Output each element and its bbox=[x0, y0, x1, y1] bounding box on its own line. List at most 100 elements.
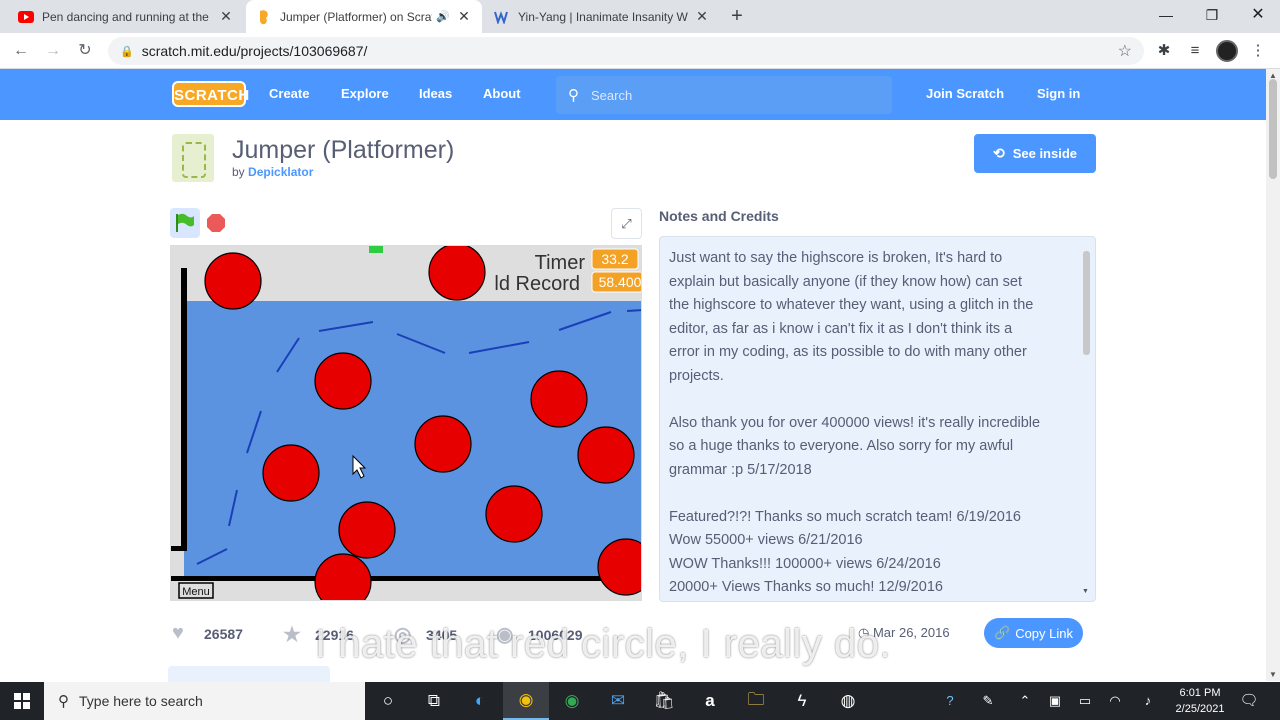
scroll-down-icon[interactable]: ▼ bbox=[1266, 670, 1280, 679]
stop-button[interactable] bbox=[206, 213, 226, 233]
amazon-icon[interactable]: a bbox=[687, 682, 733, 720]
sign-in-link[interactable]: Sign in bbox=[1037, 86, 1080, 101]
chrome-alt-icon[interactable]: ◉ bbox=[549, 682, 595, 720]
close-tab-icon[interactable]: ✕ bbox=[456, 8, 472, 25]
address-bar[interactable]: 🔒 scratch.mit.edu/projects/103069687/ ☆ bbox=[108, 37, 1144, 65]
see-inside-button[interactable]: ⟲ See inside bbox=[974, 134, 1096, 173]
forward-arrow-icon[interactable]: → bbox=[41, 39, 65, 63]
bookmark-star-icon[interactable]: ☆ bbox=[1118, 41, 1132, 61]
search-input[interactable]: ⚲ Search bbox=[556, 76, 892, 114]
notes-line: WOW Thanks!!! 100000+ views 6/24/2016 bbox=[669, 555, 941, 572]
project-thumbnail[interactable] bbox=[172, 134, 214, 182]
taskbar-search-placeholder: Type here to search bbox=[79, 693, 203, 709]
tab-youtube[interactable]: Pen dancing and running at the sam ✕ bbox=[8, 0, 244, 33]
start-button[interactable] bbox=[0, 682, 44, 720]
notes-panel[interactable]: Just want to say the highscore is broken… bbox=[659, 236, 1096, 602]
scratch-logo[interactable]: SCRATCH bbox=[172, 81, 249, 107]
back-arrow-icon[interactable]: ← bbox=[9, 39, 33, 63]
hazard-circle bbox=[428, 246, 486, 301]
more-menu-icon[interactable]: ⋮ bbox=[1246, 40, 1270, 62]
green-flag-icon bbox=[176, 213, 194, 232]
minimize-icon[interactable]: — bbox=[1143, 0, 1189, 30]
close-tab-icon[interactable]: ✕ bbox=[218, 8, 234, 25]
nav-explore[interactable]: Explore bbox=[341, 86, 389, 101]
hazard-circle bbox=[414, 415, 472, 473]
obs-icon[interactable]: ◍ bbox=[825, 682, 871, 720]
mail-icon[interactable]: ✉ bbox=[595, 682, 641, 720]
author-link[interactable]: Depicklator bbox=[248, 165, 313, 179]
project-stage[interactable]: Timer ld Record 33.2 58.400 Menu bbox=[170, 245, 642, 601]
search-icon: ⚲ bbox=[58, 693, 69, 710]
media-queue-icon[interactable]: ≡ bbox=[1183, 40, 1207, 62]
join-scratch-link[interactable]: Join Scratch bbox=[926, 86, 1004, 101]
restore-icon[interactable]: ❐ bbox=[1189, 0, 1235, 30]
notes-scroll-down-icon[interactable]: ▼ bbox=[1082, 588, 1089, 595]
scrollbar-thumb[interactable] bbox=[1269, 79, 1277, 179]
edge-icon[interactable]: ◐ bbox=[457, 682, 503, 720]
close-window-icon[interactable]: ✕ bbox=[1235, 0, 1280, 30]
search-icon: ⚲ bbox=[568, 87, 579, 104]
device-icon[interactable]: ▣ bbox=[1045, 691, 1065, 711]
goal-marker bbox=[369, 246, 383, 253]
show-hidden-icons-chevron-icon[interactable]: ⌃ bbox=[1015, 691, 1035, 711]
fullscreen-arrows-icon: ⤢ bbox=[621, 216, 632, 231]
extensions-puzzle-icon[interactable]: ✱ bbox=[1152, 40, 1176, 62]
hazard-circle bbox=[485, 485, 543, 543]
help-icon[interactable]: ? bbox=[940, 691, 960, 711]
stop-octagon-icon bbox=[207, 214, 225, 232]
notes-line: the highscore to whatever they want, usi… bbox=[669, 297, 1034, 313]
copy-link-button[interactable]: 🔗 Copy Link bbox=[984, 618, 1083, 648]
notes-scrollbar-thumb[interactable] bbox=[1083, 251, 1090, 355]
star-icon: ★ bbox=[283, 624, 301, 646]
cortana-icon[interactable]: ○ bbox=[365, 682, 411, 720]
notes-line: Featured?!?! Thanks so much scratch team… bbox=[669, 508, 1021, 525]
new-tab-button[interactable]: + bbox=[726, 4, 748, 28]
nav-ideas[interactable]: Ideas bbox=[419, 86, 452, 101]
system-clock[interactable]: 6:01 PM 2/25/2021 bbox=[1170, 685, 1230, 717]
green-flag-button[interactable] bbox=[170, 208, 200, 238]
wiki-icon bbox=[494, 9, 510, 25]
hazard-circle bbox=[262, 444, 320, 502]
stage-canvas[interactable]: Timer ld Record 33.2 58.400 Menu bbox=[171, 246, 642, 601]
volume-icon[interactable]: ♪ bbox=[1138, 691, 1158, 711]
speaker-icon[interactable]: 🔊 bbox=[436, 10, 450, 23]
notes-heading: Notes and Credits bbox=[659, 208, 779, 224]
heart-icon: ♥ bbox=[172, 622, 184, 644]
nav-create[interactable]: Create bbox=[269, 86, 309, 101]
reload-icon[interactable]: ↻ bbox=[73, 39, 97, 63]
record-label: ld Record bbox=[494, 273, 580, 295]
love-count[interactable]: ♥ 26587 bbox=[172, 622, 243, 645]
tab-wiki[interactable]: Yin-Yang | Inanimate Insanity Wiki | ✕ bbox=[484, 0, 720, 33]
browser-toolbar: ← → ↻ 🔒 scratch.mit.edu/projects/1030696… bbox=[0, 33, 1280, 69]
page-scrollbar[interactable]: ▲ ▼ bbox=[1266, 69, 1280, 681]
fullscreen-button[interactable]: ⤢ bbox=[611, 208, 642, 239]
clock-time: 6:01 PM bbox=[1179, 687, 1221, 699]
taskbar-search-input[interactable]: ⚲ Type here to search bbox=[44, 682, 365, 720]
notes-scrollbar[interactable] bbox=[1079, 247, 1093, 597]
hazard-circle bbox=[577, 426, 635, 484]
youtube-icon bbox=[18, 9, 34, 25]
project-title: Jumper (Platformer) bbox=[232, 136, 455, 164]
profile-avatar[interactable] bbox=[1216, 40, 1238, 62]
notes-line: Wow 55000+ views 6/21/2016 bbox=[669, 532, 863, 548]
file-explorer-icon[interactable]: 🗀 bbox=[733, 682, 779, 720]
nav-about[interactable]: About bbox=[483, 86, 521, 101]
windows-logo-icon bbox=[14, 693, 30, 709]
pen-icon[interactable]: ✎ bbox=[978, 691, 998, 711]
love-count-value: 26587 bbox=[204, 625, 243, 642]
tab-scratch[interactable]: Jumper (Platformer) on Scratch 🔊 ✕ bbox=[246, 0, 482, 33]
windows-taskbar: ⚲ Type here to search ○ ⧉ ◐ ◉ ◉ ✉ 🛍 a 🗀 … bbox=[0, 682, 1280, 720]
store-icon[interactable]: 🛍 bbox=[641, 682, 687, 720]
left-wall bbox=[181, 268, 187, 550]
notifications-icon[interactable]: 🗨 bbox=[1238, 691, 1260, 711]
record-value: 58.400 bbox=[599, 274, 642, 290]
battery-icon[interactable]: ▭ bbox=[1075, 691, 1095, 711]
wifi-icon[interactable]: ◠ bbox=[1105, 691, 1125, 711]
menu-label: Menu bbox=[182, 586, 210, 598]
tab-title: Jumper (Platformer) on Scratch bbox=[280, 9, 433, 24]
lightning-app-icon[interactable]: ϟ bbox=[779, 682, 825, 720]
link-icon: 🔗 bbox=[994, 625, 1011, 640]
close-tab-icon[interactable]: ✕ bbox=[694, 8, 710, 25]
chrome-icon[interactable]: ◉ bbox=[503, 682, 549, 720]
task-view-icon[interactable]: ⧉ bbox=[411, 682, 457, 720]
